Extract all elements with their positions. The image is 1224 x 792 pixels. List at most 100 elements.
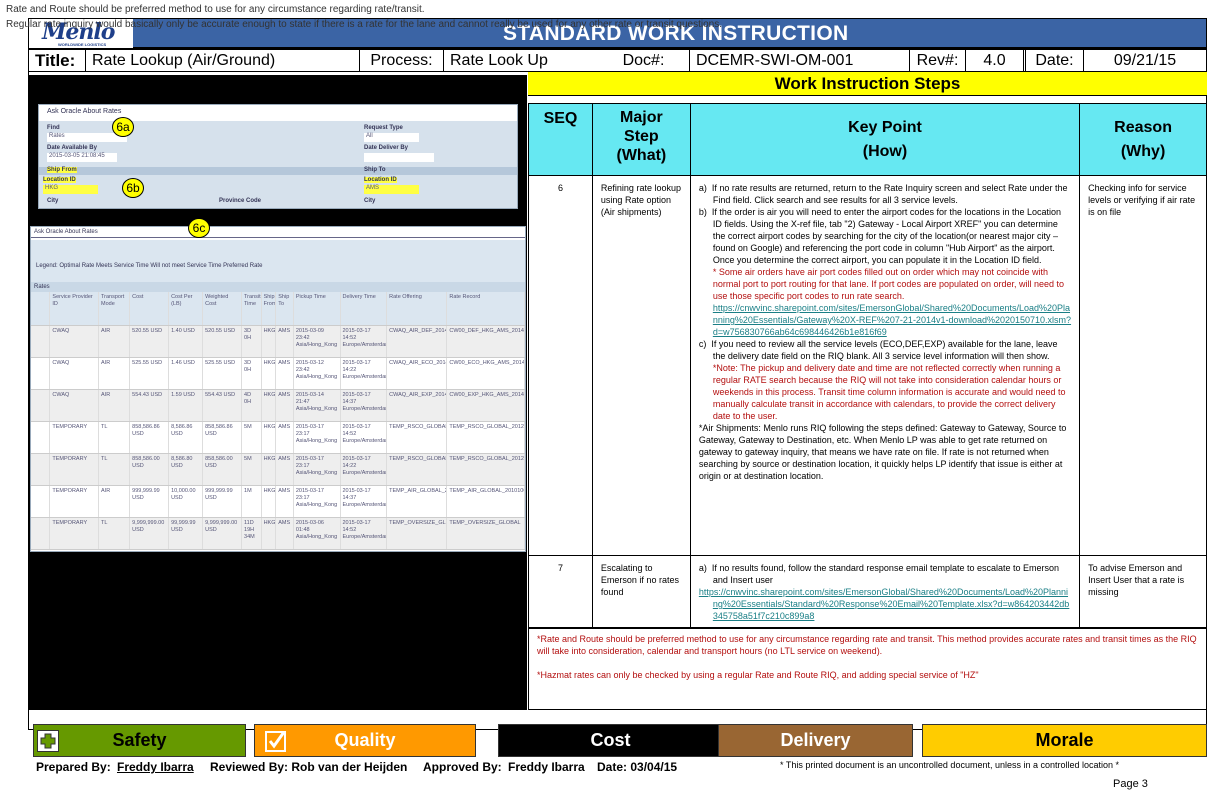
prepared-by-value: Freddy Ibarra: [117, 760, 194, 774]
row-key-point: a) If no results found, follow the stand…: [689, 555, 1081, 629]
grid-cell: 5M: [242, 422, 262, 453]
ss2-rates-grid: Service Provider ID Transport Mode Cost Cos…: [31, 292, 526, 550]
grid-cell: 11D 19H 34M: [242, 518, 262, 549]
grid-cell: TEMPORARY: [50, 486, 99, 517]
grid-row: CWAQ AIR 554.43 USD 1.59 USD 554.43 USD 4D 0H…: [31, 390, 526, 422]
category-safety-label: Safety: [112, 730, 167, 750]
ss1-date-deliver-input[interactable]: [364, 153, 434, 162]
rev-label: Rev#:: [910, 50, 966, 71]
table-header-row: SEQ Major Step (What) Key Point (How) Reaso…: [528, 103, 1207, 176]
grid-cell: AMS: [276, 422, 294, 453]
category-quality-label: Quality: [334, 730, 396, 750]
reviewed-by: Reviewed By: Rob van der Heijden: [210, 760, 408, 774]
grid-cell: 858,586.86 USD: [130, 422, 170, 453]
ss1-province-label: Province Code: [219, 198, 262, 204]
grid-cell: HKG: [262, 326, 277, 357]
grid-cell: 8,586.80 USD: [169, 454, 204, 485]
grid-cell: 3D 0H: [242, 326, 262, 357]
process-value: Rate Look Up: [450, 51, 548, 69]
callout-6b: 6b: [122, 178, 144, 198]
email-template-link[interactable]: https://cnwvinc.sharepoint.com/sites/Eme…: [699, 586, 1071, 622]
date-value: 09/21/15: [1113, 51, 1177, 69]
approved-by-label: Approved By:: [423, 760, 502, 774]
grid-cell: 999,999.99 USD: [130, 486, 170, 517]
ss1-request-type-select[interactable]: All: [364, 133, 419, 142]
grid-cell: Ship To: [276, 292, 294, 325]
grid-cell: 1.40 USD: [169, 326, 204, 357]
grid-cell: 2015-03-17 23:17 Asia/Hong_Kong: [294, 454, 341, 485]
grid-row: TEMPORARY AIR 999,999.99 USD 10,000.00 USD 9…: [31, 486, 526, 518]
screenshot-rate-inquiry: Ask Oracle About Rates Find Rates Date A…: [38, 104, 518, 209]
ss1-city-to-label: City: [364, 198, 376, 204]
ss1-find-label: Find: [47, 125, 60, 131]
grid-cell: CWAQ: [50, 358, 99, 389]
grid-cell: 1.46 USD: [169, 358, 204, 389]
grid-cell: Rate Record: [447, 292, 526, 325]
ss1-location-from-input[interactable]: HKG: [43, 185, 98, 194]
row-reason: To advise Emerson and Insert User that a…: [1079, 555, 1207, 629]
grid-row: TEMPORARY TL 858,586.86 USD 8,586.86 USD 858…: [31, 422, 526, 454]
date-label: Date:: [1026, 50, 1084, 71]
ss2-title: Ask Oracle About Rates: [31, 227, 525, 238]
xref-link[interactable]: https://cnwvinc.sharepoint.com/sites/Eme…: [699, 302, 1071, 338]
grid-cell: AMS: [276, 454, 294, 485]
rev-value: 4.0: [966, 50, 1026, 71]
row-key-point: a) If no rate results are returned, retu…: [689, 175, 1081, 556]
ss1-title: Ask Oracle About Rates: [39, 105, 517, 121]
ss1-location-id-to-label: Location ID: [364, 177, 397, 183]
grid-cell: Ship From: [262, 292, 277, 325]
work-instruction-table: SEQ Major Step (What) Key Point (How) Reaso…: [528, 103, 1207, 629]
work-instruction-steps-banner: Work Instruction Steps: [528, 72, 1207, 96]
grid-cell: 2015-03-17 14:22 Europe/Amsterdam: [341, 358, 388, 389]
ss2-rates-section: Rates: [31, 282, 525, 292]
grid-cell: TEMP_RSCO_GLOBAL_20120100_TEAM: [447, 454, 526, 485]
doc-value: DCEMR-SWI-OM-001: [690, 50, 910, 71]
ss1-date-avail-input[interactable]: 2015-03-05 21:08:45: [47, 153, 117, 162]
row-seq: 7: [528, 555, 593, 629]
ss2-legend: Legend: Optimal Rate Meets Service Time …: [36, 263, 263, 269]
grid-cell: 3D 0H: [242, 358, 262, 389]
grid-cell: AMS: [276, 486, 294, 517]
category-delivery: Delivery: [718, 724, 913, 757]
grid-cell: TEMP_AIR_GLOBAL_2010100: [387, 486, 448, 517]
grid-cell: HKG: [262, 358, 277, 389]
page-number: Page 3: [1113, 778, 1148, 790]
grid-cell: 554.43 USD: [130, 390, 170, 421]
grid-cell: TL: [99, 422, 131, 453]
checkbox-icon: [263, 728, 289, 754]
grid-cell: 999,999.99 USD: [203, 486, 243, 517]
doc-label: Doc#:: [598, 50, 690, 71]
grid-cell: 2015-03-17 23:17 Asia/Hong_Kong: [294, 422, 341, 453]
grid-cell: 99,999.99 USD: [169, 518, 204, 549]
grid-cell: HKG: [262, 486, 277, 517]
header-key-point: Key Point (How): [689, 103, 1081, 176]
grid-cell: Cost: [130, 292, 170, 325]
grid-cell: 4D 0H: [242, 390, 262, 421]
ss1-location-to-input[interactable]: AMS: [364, 185, 419, 194]
grid-cell: Pickup Time: [294, 292, 341, 325]
grid-cell: Transit Time: [242, 292, 262, 325]
row-major-step: Escalating to Emerson if no rates found: [591, 555, 691, 629]
grid-cell: CW00_ECO_HKG_AMS_2014015: [447, 358, 526, 389]
header-reason: Reason (Why): [1079, 103, 1207, 176]
category-delivery-label: Delivery: [780, 730, 851, 750]
grid-cell: AMS: [276, 326, 294, 357]
note-rate-route: *Rate and Route should be preferred meth…: [537, 634, 1197, 656]
category-morale: Morale: [922, 724, 1207, 757]
grid-cell: TEMPORARY: [50, 454, 99, 485]
overlay-note-2: Regular rate inquiry would basically onl…: [6, 19, 722, 30]
callout-6a: 6a: [112, 117, 134, 137]
grid-header-row: Service Provider ID Transport Mode Cost Cos…: [31, 292, 526, 326]
grid-cell: Transport Mode: [99, 292, 131, 325]
rate-indicator-icon: [31, 358, 51, 389]
ss1-city-label: City: [47, 198, 59, 204]
grid-cell: CWAQ_AIR_DEF_2014000: [387, 326, 448, 357]
grid-cell: Delivery Time: [341, 292, 388, 325]
grid-cell: 2015-03-14 21:47 Asia/Hong_Kong: [294, 390, 341, 421]
row-reason: Checking info for service levels or veri…: [1079, 175, 1207, 556]
screenshot-rate-results: Ask Oracle About Rates Legend: Optimal R…: [30, 226, 526, 552]
grid-cell: 10,000.00 USD: [169, 486, 204, 517]
grid-cell: 554.43 USD: [203, 390, 243, 421]
prepared-by-label: Prepared By:: [36, 760, 111, 774]
grid-cell: TEMPORARY: [50, 422, 99, 453]
